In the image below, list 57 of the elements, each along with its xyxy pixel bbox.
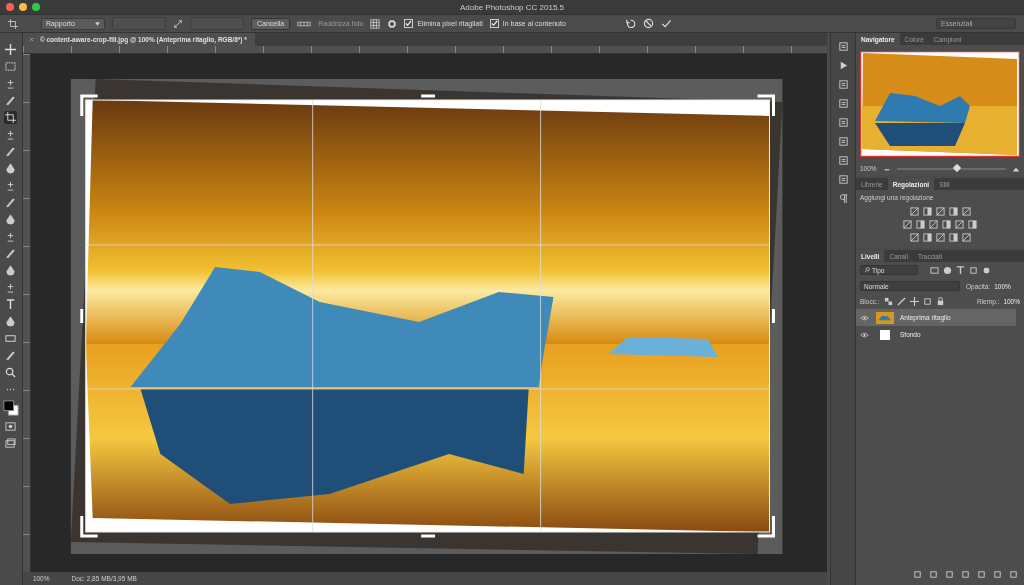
color-swatches-icon[interactable] [2, 400, 19, 416]
type-filter-icon[interactable] [956, 265, 965, 275]
level-icon[interactable] [297, 19, 312, 28]
settings-icon[interactable] [387, 18, 398, 29]
shape-filter-icon[interactable] [969, 265, 978, 275]
window-title: Adobe Photoshop CC 2015.5 [459, 2, 565, 12]
checkbox[interactable] [404, 19, 414, 28]
crop-icon[interactable] [4, 111, 18, 124]
move-icon[interactable] [909, 297, 919, 306]
navigator-thumbnail[interactable] [860, 51, 1020, 157]
close-icon[interactable] [6, 3, 14, 11]
adjustment-icon[interactable] [935, 233, 945, 242]
quick-mask-icon[interactable] [4, 420, 18, 433]
artboard-icon[interactable] [922, 297, 932, 306]
adjustment-icon[interactable] [916, 220, 925, 229]
caret-icon [95, 21, 100, 26]
adjustment-icon[interactable] [948, 207, 958, 216]
reset-icon[interactable] [625, 18, 636, 29]
adjustment-icon[interactable] [909, 233, 919, 242]
adjustment-icon[interactable] [948, 233, 958, 242]
adjustment-icon[interactable] [909, 207, 919, 216]
adjustment-filter-icon[interactable] [943, 265, 952, 275]
adjustment-icon[interactable] [961, 233, 971, 242]
confirm-icon[interactable] [661, 18, 672, 29]
zoom-icon[interactable] [4, 366, 18, 379]
adjustment-icon[interactable] [935, 207, 945, 216]
eye-icon[interactable] [860, 314, 869, 321]
screen-mode-icon[interactable] [4, 437, 18, 450]
adjustment-icon[interactable] [922, 207, 932, 216]
adjustment-icon[interactable] [955, 220, 964, 229]
close-icon[interactable] [28, 37, 34, 42]
smart-object-filter-icon[interactable] [982, 265, 991, 275]
zoom-in-icon[interactable] [1012, 165, 1020, 172]
image-filter-icon[interactable] [930, 265, 939, 275]
search-icon [864, 267, 870, 273]
paragraph-icon[interactable] [837, 193, 849, 204]
checkbox[interactable] [489, 19, 499, 28]
crop-icon[interactable] [8, 18, 18, 29]
adjustment-icon[interactable] [942, 220, 951, 229]
minimize-icon[interactable] [19, 3, 27, 11]
maximize-icon[interactable] [32, 3, 40, 11]
adjustment-icon[interactable] [929, 220, 938, 229]
slider-thumb[interactable] [952, 163, 961, 172]
adjustment-icon[interactable] [903, 220, 912, 229]
lock-icon[interactable] [935, 297, 945, 306]
adjustment-icon[interactable] [961, 207, 971, 216]
grid-icon[interactable] [370, 18, 381, 29]
marquee-icon[interactable] [4, 60, 18, 73]
magic-wand-icon[interactable] [4, 94, 18, 107]
eye-icon[interactable] [860, 331, 869, 338]
move-icon[interactable] [4, 43, 18, 56]
checkerboard-icon[interactable] [883, 297, 893, 306]
rectangle-icon[interactable] [4, 332, 18, 345]
cancel-icon[interactable] [643, 18, 654, 29]
swap-icon[interactable] [173, 18, 183, 29]
adjustment-icon[interactable] [922, 233, 932, 242]
adjustment-icon[interactable] [968, 220, 977, 229]
